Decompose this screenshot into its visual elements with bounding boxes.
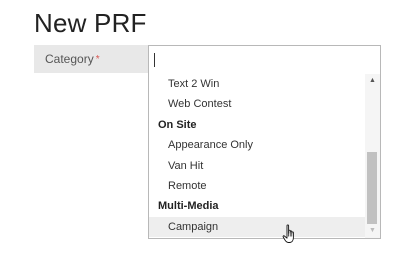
scroll-thumb[interactable]: [367, 152, 377, 224]
category-label: Category *: [34, 45, 148, 73]
required-marker: *: [95, 54, 100, 65]
page: New PRF Category * Text 2 Win Web Contest O…: [0, 0, 411, 256]
category-label-text: Category: [45, 52, 94, 66]
option-group-header: On Site: [158, 118, 197, 131]
option-item[interactable]: Web Contest: [149, 94, 365, 114]
scrollbar[interactable]: ▲ ▼: [365, 74, 380, 238]
category-dropdown[interactable]: Text 2 Win Web Contest On Site Appearance O…: [148, 45, 381, 239]
category-search-input[interactable]: [149, 46, 380, 73]
option-item[interactable]: Text 2 Win: [149, 74, 365, 94]
option-item[interactable]: Appearance Only: [149, 135, 365, 155]
text-caret: [154, 53, 155, 67]
scroll-down-icon[interactable]: ▼: [365, 224, 380, 238]
page-title: New PRF: [34, 8, 147, 38]
scroll-up-icon[interactable]: ▲: [365, 74, 380, 88]
option-item[interactable]: Campaign: [149, 216, 365, 238]
category-options-list[interactable]: Text 2 Win Web Contest On Site Appearance O…: [149, 74, 365, 238]
option-group-header: Multi-Media: [158, 200, 219, 213]
option-item[interactable]: Remote: [149, 176, 365, 196]
option-item[interactable]: Van Hit: [149, 156, 365, 176]
hand-pointer-icon: [282, 224, 294, 243]
